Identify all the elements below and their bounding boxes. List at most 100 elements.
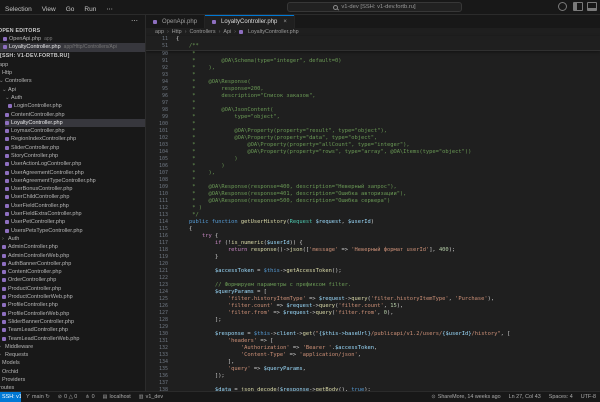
tree-item-contentcontroller[interactable]: ContentController.php: [5, 110, 145, 118]
tree-item-ordercontroller[interactable]: OrderController.php: [2, 276, 145, 284]
tree-item-label: ProfileController.php: [8, 302, 58, 308]
tree-item-useractionlogcontroller[interactable]: UserActionLogController.php: [5, 160, 145, 168]
git-branch-icon: ϒ: [26, 394, 30, 400]
remote-indicator[interactable]: SSH: v1-dev.fortb.ru: [0, 392, 21, 402]
tree-item-productcontrollerweb[interactable]: ProductControllerWeb.php: [2, 293, 145, 301]
tree-item-label: UserActionLogController.php: [11, 161, 81, 167]
status-cursor-position[interactable]: Ln 27, Col 43: [509, 394, 541, 400]
line-number: 93: [146, 72, 176, 79]
tree-item-useragreementtypecontroller[interactable]: UserAgreementTypeController.php: [5, 177, 145, 185]
tree-item-authbannercontroller[interactable]: AuthBannerController.php: [2, 260, 145, 268]
tree-item-label: OrderController.php: [8, 277, 56, 283]
tree-item-profilecontrollerweb[interactable]: ProfileControllerWeb.php: [2, 310, 145, 318]
explorer-actions-button[interactable]: ⋯: [131, 17, 138, 25]
tree-item-label: Auth: [8, 236, 19, 242]
tree-item-label: SliderBannerController.php: [8, 319, 74, 325]
tree-item-loymaxcontroller[interactable]: LoymaxController.php: [5, 127, 145, 135]
tree-item-userchildcontroller[interactable]: UserChildController.php: [5, 193, 145, 201]
menu-view[interactable]: View: [37, 6, 61, 13]
tab-openapi[interactable]: OpenApi.php: [146, 15, 205, 28]
workspace-section-header[interactable]: ⌄ [SSH: V1-DEV.FORTB.RU]: [0, 52, 145, 61]
breadcrumb-item[interactable]: LoyaltyController.php: [248, 29, 299, 35]
tree-item-models[interactable]: ›Models: [0, 359, 145, 367]
status-problems[interactable]: ⊘0 △ 0: [58, 394, 78, 400]
tab-loyaltycontroller[interactable]: LoyaltyController.php×: [205, 15, 295, 28]
tree-item-teamleadcontroller[interactable]: TeamLeadController.php: [2, 326, 145, 334]
code-line: 122: [146, 275, 600, 282]
status-indentation[interactable]: Spaces: 4: [549, 394, 573, 400]
line-number: 100: [146, 121, 176, 128]
php-file-icon: [2, 295, 6, 299]
status-git-branch[interactable]: ϒmain ↻: [26, 394, 50, 400]
status-bar: SSH: v1-dev.fortb.ru ϒmain ↻ ⊘0 △ 0 ⋔0 ▤loc…: [0, 391, 600, 402]
open-editors-header[interactable]: ⌄ OPEN EDITORS: [0, 26, 145, 35]
status-db-database[interactable]: ▥v1_dev: [139, 394, 163, 400]
tree-item-productcontroller[interactable]: ProductController.php: [2, 285, 145, 293]
php-file-icon: [5, 146, 9, 150]
tree-item-useragreementcontroller[interactable]: UserAgreementController.php: [5, 168, 145, 176]
tree-item-app[interactable]: ⌄app: [0, 61, 145, 69]
tree-item-admincontrollerweb[interactable]: AdminControllerWeb.php: [2, 251, 145, 259]
tree-item-profilecontroller[interactable]: ProfileController.php: [2, 301, 145, 309]
tree-item-middleware[interactable]: ›Middleware: [0, 343, 145, 351]
breadcrumb-item[interactable]: Controllers: [189, 29, 215, 35]
tree-item-loyaltycontroller[interactable]: LoyaltyController.php: [5, 119, 145, 127]
breadcrumb-item[interactable]: Http: [172, 29, 182, 35]
tree-item-regionindexcontroller[interactable]: RegionIndexController.php: [5, 135, 145, 143]
tree-item-auth[interactable]: ⌄Auth: [5, 94, 145, 102]
menu-selection[interactable]: Selection: [0, 6, 37, 13]
line-number: 96: [146, 93, 176, 100]
file-path: app/Http/Controllers/Api: [64, 44, 117, 50]
code-editor[interactable]: 90 *91 * @OA\Schema(type="integer", defa…: [146, 51, 600, 391]
layout-panel-icon[interactable]: [587, 2, 597, 11]
php-file-icon: [5, 154, 9, 158]
breadcrumb-item[interactable]: Api: [223, 29, 231, 35]
code-line: 126 'filter.count' => $request->query('f…: [146, 303, 600, 310]
tree-item-orchid[interactable]: ›Orchid: [0, 368, 145, 376]
command-center[interactable]: v1-dev [SSH: v1-dev.fortb.ru]: [287, 2, 462, 12]
tree-item-sliderbannercontroller[interactable]: SliderBannerController.php: [2, 318, 145, 326]
editor-group: OpenApi.phpLoyaltyController.php× app›Ht…: [146, 15, 600, 391]
status-gitlens-blame[interactable]: ⊙ShareMore, 14 weeks ago: [431, 394, 500, 400]
php-file-icon: [153, 20, 157, 24]
layout-sidebar-icon[interactable]: [573, 2, 583, 11]
tree-item-routes[interactable]: ›routes: [0, 384, 145, 391]
tree-item-userspetstypecontroller[interactable]: UsersPetsTypeController.php: [5, 227, 145, 235]
tree-item-requests[interactable]: ›Requests: [0, 351, 145, 359]
tree-item-label: Providers: [2, 377, 25, 383]
status-db-server[interactable]: ▤localhost: [103, 394, 131, 400]
tree-item-providers[interactable]: ›Providers: [0, 376, 145, 384]
tree-item-userfieldextracontroller[interactable]: UserFieldExtraController.php: [5, 210, 145, 218]
tree-item-auth[interactable]: ›Auth: [2, 235, 145, 243]
menu-run[interactable]: Run: [79, 6, 101, 13]
tree-item-contentcontroller[interactable]: ContentController.php: [2, 268, 145, 276]
code-line: 125 'filter.historyItemType' => $request…: [146, 296, 600, 303]
open-editor-item[interactable]: LoyaltyController.phpapp/Http/Controller…: [0, 43, 145, 51]
tree-item-slidercontroller[interactable]: SliderController.php: [5, 144, 145, 152]
account-icon[interactable]: [558, 2, 567, 11]
tree-item-userbonuscontroller[interactable]: UserBonusController.php: [5, 185, 145, 193]
todo-count-icon: ⋔: [85, 394, 89, 400]
tree-item-storycontroller[interactable]: StoryController.php: [5, 152, 145, 160]
code-line: 93 *: [146, 72, 600, 79]
tree-item-teamleadcontrollerweb[interactable]: TeamLeadControllerWeb.php: [2, 334, 145, 342]
tree-item-userpetcontroller[interactable]: UserPetController.php: [5, 218, 145, 226]
status-todo-count[interactable]: ⋔0: [85, 394, 94, 400]
tree-item-api[interactable]: ⌄Api: [2, 85, 145, 93]
menu-more[interactable]: ⋯: [101, 6, 118, 13]
tree-item-userfieldcontroller[interactable]: UserFieldController.php: [5, 202, 145, 210]
tree-item-admincontroller[interactable]: AdminController.php: [2, 243, 145, 251]
line-number: 132: [146, 345, 176, 352]
open-editor-item[interactable]: OpenApi.phpapp: [0, 35, 145, 43]
menu-go[interactable]: Go: [61, 6, 80, 13]
status-encoding[interactable]: UTF-8: [581, 394, 596, 400]
code-line: 94 * @OA\Response(: [146, 79, 600, 86]
tree-item-http[interactable]: ⌄Http: [0, 69, 145, 77]
tree-item-controllers[interactable]: ⌄Controllers: [0, 77, 145, 85]
close-icon[interactable]: ×: [283, 19, 287, 25]
php-file-icon: [5, 229, 9, 233]
tree-item-label: ProductController.php: [8, 286, 61, 292]
tree-item-logincontroller[interactable]: LoginController.php: [8, 102, 145, 110]
breadcrumb-item[interactable]: app: [155, 29, 164, 35]
php-file-icon: [2, 245, 6, 249]
